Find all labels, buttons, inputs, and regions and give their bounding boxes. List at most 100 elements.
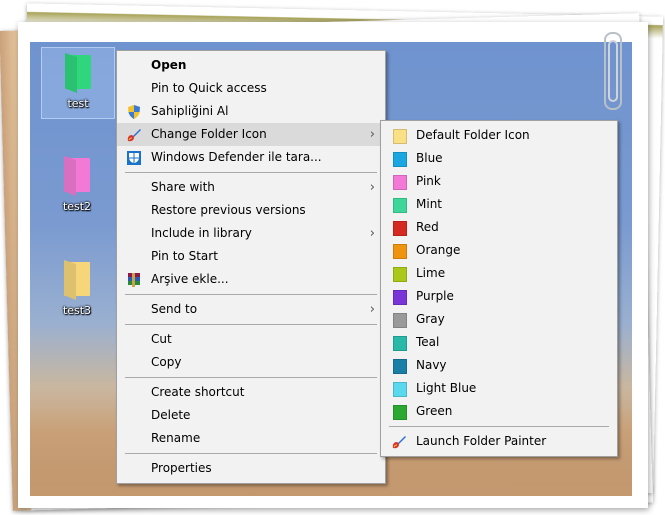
menu-item-rename[interactable]: Rename (117, 427, 385, 450)
folder-icon (64, 156, 90, 196)
folder-color-swatch-icon (393, 221, 407, 236)
menu-item-restore-previous-versions[interactable]: Restore previous versions (117, 199, 385, 222)
menu-item-label: Pin to Start (151, 249, 218, 263)
menu-item-change-folder-icon[interactable]: Change Folder Icon › (117, 123, 385, 146)
submenu-item-label: Red (416, 220, 439, 234)
paintbrush-icon (127, 129, 141, 142)
submenu-item-label: Default Folder Icon (416, 128, 530, 142)
submenu-item-gray[interactable]: Gray (381, 308, 617, 331)
windows-defender-icon (127, 151, 141, 165)
menu-item-pin-quick-access[interactable]: Pin to Quick access (117, 77, 385, 100)
submenu-item-default-folder-icon[interactable]: Default Folder Icon (381, 124, 617, 147)
folder-color-swatch-icon (393, 175, 407, 190)
submenu-item-light-blue[interactable]: Light Blue (381, 377, 617, 400)
submenu-item-teal[interactable]: Teal (381, 331, 617, 354)
menu-item-label: Delete (151, 408, 191, 422)
submenu-item-label: Gray (416, 312, 445, 326)
submenu-item-label: Teal (416, 335, 440, 349)
menu-separator (125, 324, 377, 325)
menu-item-share-with[interactable]: Share with › (117, 176, 385, 199)
desktop-icon-test[interactable]: test (41, 47, 115, 119)
submenu-item-pink[interactable]: Pink (381, 170, 617, 193)
submenu-item-label: Light Blue (416, 381, 477, 395)
desktop-icon-test2[interactable]: test2 (41, 156, 113, 213)
menu-item-label: Create shortcut (151, 385, 245, 399)
menu-item-label: Properties (151, 461, 212, 475)
menu-item-pin-to-start[interactable]: Pin to Start (117, 245, 385, 268)
paperclip-inner (608, 40, 618, 102)
menu-separator (389, 426, 609, 427)
menu-separator (125, 172, 377, 173)
desktop-icon-label: test3 (62, 304, 92, 317)
submenu-item-green[interactable]: Green (381, 400, 617, 423)
winrar-archive-icon (128, 273, 140, 287)
menu-item-send-to[interactable]: Send to › (117, 298, 385, 321)
menu-item-delete[interactable]: Delete (117, 404, 385, 427)
submenu-item-orange[interactable]: Orange (381, 239, 617, 262)
menu-item-label: Change Folder Icon (151, 127, 267, 141)
chevron-right-icon: › (369, 302, 375, 317)
menu-item-open[interactable]: Open (117, 54, 385, 77)
menu-item-take-ownership[interactable]: Sahipliğini Al (117, 100, 385, 123)
submenu-item-label: Pink (416, 174, 441, 188)
menu-item-label: Open (151, 58, 187, 72)
submenu-item-red[interactable]: Red (381, 216, 617, 239)
menu-item-label: Sahipliğini Al (151, 104, 229, 118)
menu-item-label: Copy (151, 355, 182, 369)
desktop-icon-test3[interactable]: test3 (41, 260, 113, 317)
folder-icon (64, 260, 90, 300)
menu-item-include-in-library[interactable]: Include in library › (117, 222, 385, 245)
menu-separator (125, 377, 377, 378)
submenu-item-label: Blue (416, 151, 443, 165)
chevron-right-icon: › (369, 226, 375, 241)
submenu-item-launch-folder-painter[interactable]: Launch Folder Painter (381, 430, 617, 453)
submenu-item-purple[interactable]: Purple (381, 285, 617, 308)
folder-color-swatch-icon (393, 336, 407, 351)
folder-color-swatch-icon (393, 267, 407, 282)
folder-color-swatch-icon (393, 313, 407, 328)
menu-separator (125, 453, 377, 454)
chevron-right-icon: › (369, 127, 375, 142)
menu-item-label: Restore previous versions (151, 203, 306, 217)
menu-item-label: Cut (151, 332, 172, 346)
menu-item-label: Send to (151, 302, 198, 316)
uac-shield-icon (128, 105, 140, 119)
folder-color-swatch-icon (393, 382, 407, 397)
folder-color-swatch-icon (393, 198, 407, 213)
submenu-item-blue[interactable]: Blue (381, 147, 617, 170)
menu-item-properties[interactable]: Properties (117, 457, 385, 480)
submenu-item-label: Launch Folder Painter (416, 434, 547, 448)
menu-item-windows-defender[interactable]: Windows Defender ile tara... (117, 146, 385, 169)
submenu-item-label: Green (416, 404, 453, 418)
menu-item-create-shortcut[interactable]: Create shortcut (117, 381, 385, 404)
folder-color-swatch-icon (393, 129, 407, 144)
folder-color-swatch-icon (393, 405, 407, 420)
menu-item-copy[interactable]: Copy (117, 351, 385, 374)
menu-item-label: Arşive ekle... (151, 272, 229, 286)
folder-color-swatch-icon (393, 359, 407, 374)
paintbrush-icon (392, 436, 406, 449)
submenu-item-navy[interactable]: Navy (381, 354, 617, 377)
submenu-item-label: Orange (416, 243, 461, 257)
desktop-icon-label: test2 (62, 200, 92, 213)
folder-color-swatch-icon (393, 152, 407, 167)
submenu-item-mint[interactable]: Mint (381, 193, 617, 216)
menu-separator (125, 294, 377, 295)
desktop-icon-label: test (67, 97, 89, 110)
submenu-item-label: Navy (416, 358, 447, 372)
submenu-item-label: Mint (416, 197, 442, 211)
submenu-item-label: Lime (416, 266, 446, 280)
menu-item-label: Pin to Quick access (151, 81, 267, 95)
menu-item-label: Windows Defender ile tara... (151, 150, 322, 164)
folder-icon (65, 53, 91, 93)
chevron-right-icon: › (369, 180, 375, 195)
context-menu: Open Pin to Quick access Sahipliğini Al … (116, 50, 386, 484)
menu-item-label: Rename (151, 431, 201, 445)
folder-color-swatch-icon (393, 244, 407, 259)
menu-item-cut[interactable]: Cut (117, 328, 385, 351)
submenu-item-lime[interactable]: Lime (381, 262, 617, 285)
submenu-item-label: Purple (416, 289, 454, 303)
folder-color-swatch-icon (393, 290, 407, 305)
folder-icon-submenu: Default Folder Icon Blue Pink Mint Red Orange… (380, 120, 618, 457)
menu-item-add-to-archive[interactable]: Arşive ekle... (117, 268, 385, 291)
